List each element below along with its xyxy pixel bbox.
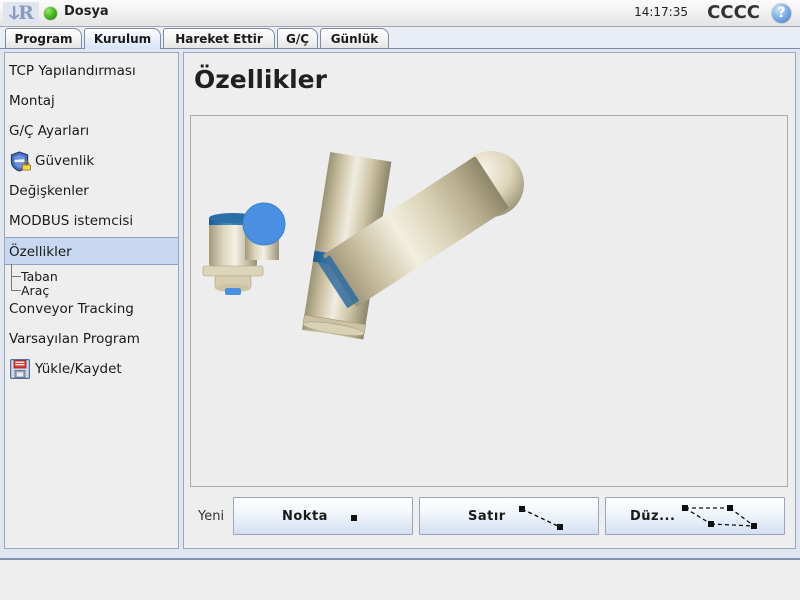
- sidebar-item-g-ayarlar[interactable]: G/Ç Ayarları: [5, 117, 178, 145]
- sidebar-navigation: TCP Yapılandırması Montaj G/Ç Ayarları Güve…: [4, 52, 179, 549]
- button-label: Düz...: [630, 509, 676, 524]
- robot-3d-viewport[interactable]: [190, 115, 788, 487]
- sidebar-item-label: Değişkenler: [9, 183, 89, 199]
- title-bar: ↆR Dosya 14:17:35 CCCC ?: [0, 0, 800, 27]
- sidebar-item-y-kle-kaydet[interactable]: Yükle/Kaydet: [5, 355, 178, 383]
- tab-g-nl-k[interactable]: Günlük: [320, 28, 389, 49]
- sidebar-item-varsay-lan-program[interactable]: Varsayılan Program: [5, 325, 178, 353]
- tab-bar: Program Kurulum Hareket Ettir G/Ç Günlük: [0, 28, 800, 49]
- tab-kurulum[interactable]: Kurulum: [84, 28, 161, 49]
- robot-arm-illustration: [202, 151, 524, 340]
- new-nokta-button[interactable]: Nokta: [233, 497, 413, 535]
- sidebar-item-label: Güvenlik: [35, 153, 95, 169]
- clock-label: 14:17:35: [634, 5, 688, 19]
- sidebar-item-zellikler[interactable]: Özellikler: [5, 237, 178, 265]
- ur-logo-icon: ↆR: [3, 2, 39, 24]
- tab-hareket-ettir[interactable]: Hareket Ettir: [163, 28, 275, 49]
- button-label: Nokta: [282, 509, 328, 524]
- sidebar-item-label: Montaj: [9, 93, 55, 109]
- new-d-z-button[interactable]: Düz...: [605, 497, 785, 535]
- button-label: Satır: [468, 509, 506, 524]
- content-panel: Özellikler Yeni Nokta Satır Düz...: [183, 52, 796, 549]
- sidebar-item-label: Özellikler: [9, 244, 72, 260]
- new-label: Yeni: [198, 509, 225, 524]
- sidebar-item-label: Yükle/Kaydet: [35, 361, 122, 377]
- sidebar-item-modbus-istemcisi[interactable]: MODBUS istemcisi: [5, 207, 178, 235]
- sidebar-item-label: G/Ç Ayarları: [9, 123, 90, 139]
- help-button[interactable]: ?: [771, 3, 792, 24]
- tab-g[interactable]: G/Ç: [277, 28, 318, 49]
- sidebar-subitem-ara-[interactable]: Araç: [21, 283, 49, 298]
- sidebar-item-conveyor-tracking[interactable]: Conveyor Tracking: [5, 295, 178, 323]
- floppy-disk-icon: [10, 359, 30, 379]
- tree-connector: [11, 271, 21, 291]
- sidebar-item-label: TCP Yapılandırması: [9, 63, 136, 79]
- sidebar-item-g-venlik[interactable]: Güvenlik: [5, 147, 178, 175]
- page-title: Özellikler: [194, 65, 327, 94]
- brand-label: CCCC: [707, 2, 760, 23]
- new-feature-button-row: Yeni Nokta Satır Düz...: [190, 493, 788, 541]
- sidebar-item-de-i-kenler[interactable]: Değişkenler: [5, 177, 178, 205]
- sidebar-item-label: Varsayılan Program: [9, 331, 140, 347]
- sidebar-subitem-taban[interactable]: Taban: [21, 269, 58, 284]
- new-sat-r-button[interactable]: Satır: [419, 497, 599, 535]
- green-status-orb-icon: [44, 7, 57, 20]
- sidebar-item-label: Conveyor Tracking: [9, 301, 134, 317]
- file-menu-button[interactable]: Dosya: [64, 4, 109, 19]
- lock-icon: [22, 160, 31, 171]
- line-segment-icon: [519, 506, 563, 530]
- sidebar-item-montaj[interactable]: Montaj: [5, 87, 178, 115]
- sidebar-item-tcp-yap-land-rmas[interactable]: TCP Yapılandırması: [5, 57, 178, 85]
- tab-program[interactable]: Program: [5, 28, 82, 49]
- sidebar-item-label: MODBUS istemcisi: [9, 213, 134, 229]
